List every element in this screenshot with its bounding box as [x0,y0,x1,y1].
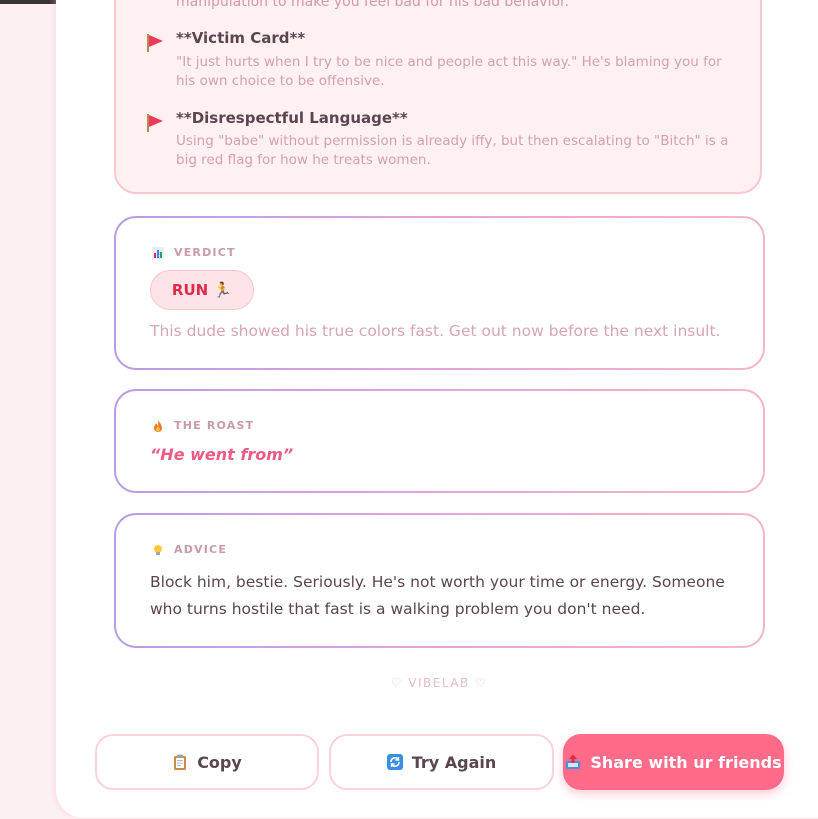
share-button[interactable]: Share with ur friends [563,734,784,790]
advice-header: ADVICE [152,543,227,556]
share-button-label: Share with ur friends [590,752,782,772]
red-flag-icon [147,34,163,52]
verdict-text: This dude showed his true colors fast. G… [150,322,721,340]
flag-title-disrespectful-language: **Disrespectful Language** [176,109,408,127]
flag-title-victim-card: **Victim Card** [176,29,306,47]
fire-icon [154,419,162,432]
roast-card: THE ROAST “He went from” [114,389,765,493]
try-again-button-label: Try Again [411,752,497,772]
advice-text: Block him, bestie. Seriously. He's not w… [150,573,725,618]
try-again-button[interactable]: Try Again [329,734,554,790]
verdict-card: VERDICT RUN 🏃 This dude showed his true … [114,216,765,370]
outbox-tray-icon [566,754,581,769]
brand-footer: ♡ VIBELAB ♡ [390,676,488,690]
bar-chart-icon [152,246,164,259]
copy-button-label: Copy [197,752,242,772]
flag-description-victim-card: "It just hurts when I try to be nice and… [176,54,722,89]
flag-description-cut: manipulation to make you feel bad for hi… [176,0,569,10]
red-flag-icon [147,114,163,132]
advice-card: ADVICE Block him, bestie. Seriously. He'… [114,513,765,648]
verdict-badge: RUN 🏃 [150,270,254,310]
roast-header: THE ROAST [152,419,254,432]
verdict-header: VERDICT [152,246,236,259]
copy-button[interactable]: Copy [95,734,319,790]
verdict-label: VERDICT [174,246,236,259]
roast-label: THE ROAST [174,419,255,432]
advice-label: ADVICE [174,543,228,556]
refresh-icon [386,754,403,770]
flag-description-disrespectful-language: Using "babe" without permission is alrea… [176,133,729,168]
lightbulb-icon [154,544,162,555]
clipboard-icon [174,754,187,770]
roast-text: “He went from” [150,445,294,464]
